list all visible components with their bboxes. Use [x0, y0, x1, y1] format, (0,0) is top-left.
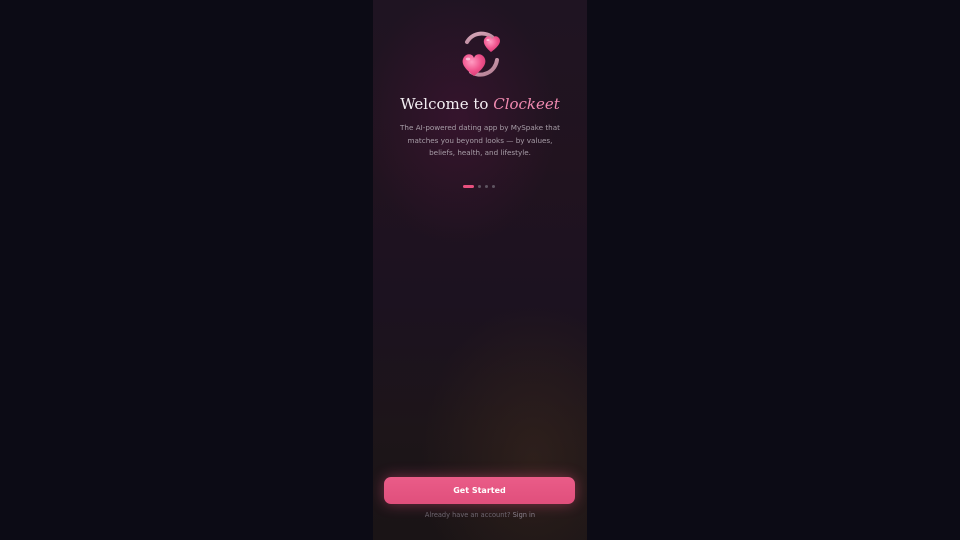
onboarding-screen: Welcome to Clockeet The AI-powered datin…	[373, 0, 587, 540]
welcome-title: Welcome to Clockeet	[373, 95, 587, 113]
signin-prompt: Already have an account? Sign in	[373, 511, 587, 519]
signin-link[interactable]: Sign in	[513, 511, 536, 519]
welcome-description: The AI-powered dating app by MySpake tha…	[400, 123, 560, 157]
pagination-dot[interactable]	[478, 184, 481, 188]
pagination-dot-active[interactable]	[463, 184, 474, 188]
pagination-dot[interactable]	[492, 184, 495, 188]
signin-prompt-text: Already have an account?	[424, 511, 511, 519]
welcome-title-prefix: Welcome to	[400, 95, 489, 113]
two-hearts-icon	[462, 31, 501, 77]
pagination-dot[interactable]	[485, 184, 488, 188]
app-background: Welcome to Clockeet The AI-powered datin…	[0, 0, 960, 540]
get-started-button[interactable]: Get Started	[384, 477, 575, 504]
brand-name: Clockeet	[493, 95, 560, 113]
onboarding-pagination	[463, 184, 495, 188]
